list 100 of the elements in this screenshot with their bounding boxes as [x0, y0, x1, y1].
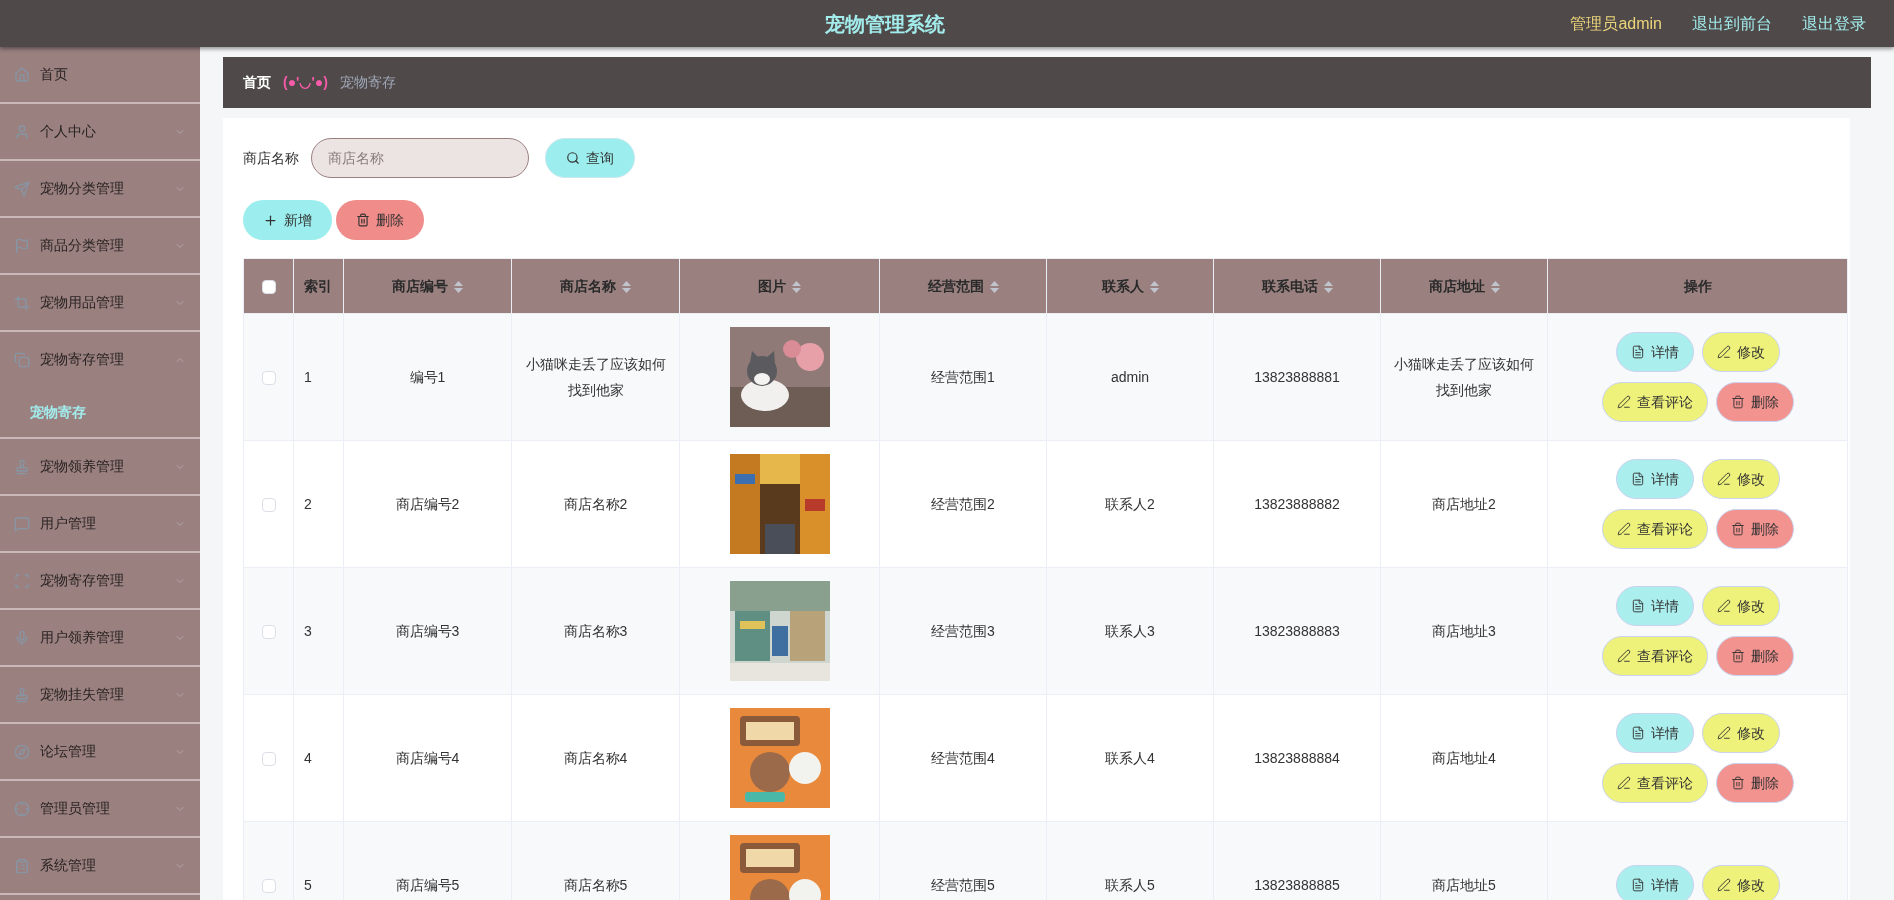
edit-button[interactable]: 修改: [1701, 332, 1780, 372]
search-field[interactable]: 商店名称: [311, 138, 529, 178]
table-cell-text: 商店编号3: [395, 622, 460, 641]
delete-button[interactable]: 删除: [1715, 636, 1794, 676]
table-cell-text: 商店编号2: [395, 495, 460, 514]
table-cell-text: 13823888883: [1254, 622, 1340, 641]
search-button[interactable]: 查询: [545, 138, 635, 178]
table-cell-text: 5: [304, 876, 312, 895]
menu-item[interactable]: 宠物寄存管理: [0, 553, 200, 608]
edit-button[interactable]: 修改: [1701, 713, 1780, 753]
comment-button[interactable]: 查看评论: [1601, 636, 1708, 676]
menu-item[interactable]: 宠物寄存管理: [0, 332, 200, 387]
row-checkbox[interactable]: [261, 497, 276, 512]
menu-item[interactable]: 商品分类管理: [0, 218, 200, 273]
menu-item[interactable]: 宠物分类管理: [0, 161, 200, 216]
detail-button[interactable]: 详情: [1615, 713, 1694, 753]
trash-icon: [1730, 395, 1745, 409]
table-cell-text: 商店编号4: [395, 749, 460, 768]
row-checkbox[interactable]: [261, 370, 276, 385]
search-label: 商店名称: [243, 148, 299, 168]
sort-icon[interactable]: [1149, 280, 1159, 293]
table-cell-text: 13823888882: [1254, 495, 1340, 514]
row-checkbox[interactable]: [261, 878, 276, 893]
menu-item[interactable]: 论坛管理: [0, 724, 200, 779]
column-header[interactable]: 经营范围: [879, 258, 1047, 314]
delete-button[interactable]: 删除: [336, 200, 424, 240]
delete-button[interactable]: 删除: [1715, 509, 1794, 549]
pencil-icon: [1616, 522, 1631, 536]
pencil-icon: [1616, 776, 1631, 790]
comment-button[interactable]: 查看评论: [1601, 509, 1708, 549]
breadcrumb-home[interactable]: 首页: [243, 72, 271, 93]
row-checkbox[interactable]: [261, 624, 276, 639]
sort-icon[interactable]: [1323, 280, 1333, 293]
breadcrumb-current: 宠物寄存: [339, 73, 396, 92]
menu-item[interactable]: 系统管理: [0, 838, 200, 893]
column-header[interactable]: 联系电话: [1213, 258, 1381, 314]
menu-item[interactable]: 宠物领养管理: [0, 439, 200, 494]
menu-item[interactable]: 管理员管理: [0, 781, 200, 836]
edit-button[interactable]: 修改: [1701, 865, 1780, 900]
table-cell-text: 经营范围4: [931, 749, 995, 768]
delete-button[interactable]: 删除: [1715, 382, 1794, 422]
paper-plane-icon: [14, 180, 30, 197]
header-link[interactable]: 退出登录: [1802, 11, 1866, 36]
delete-button[interactable]: 删除: [1715, 763, 1794, 803]
column-header[interactable]: 商店编号: [343, 258, 512, 314]
menu-item[interactable]: 宠物用品管理: [0, 275, 200, 330]
sort-icon[interactable]: [792, 280, 801, 293]
table-cell-text: 联系人4: [1105, 749, 1155, 768]
table-cell-text: 1: [304, 368, 312, 387]
header-link[interactable]: 退出到前台: [1692, 11, 1772, 36]
compass-icon: [14, 743, 30, 760]
detail-button[interactable]: 详情: [1615, 586, 1694, 626]
table-cell-text: 13823888884: [1254, 749, 1340, 768]
menu-item[interactable]: 用户管理: [0, 496, 200, 551]
menu-item[interactable]: 首页: [0, 47, 200, 102]
pencil-icon: [1716, 726, 1731, 740]
trash-icon: [1730, 776, 1745, 790]
edit-button[interactable]: 修改: [1701, 459, 1780, 499]
row-checkbox[interactable]: [261, 751, 276, 766]
table-cell-text: 商店名称2: [563, 495, 628, 514]
frame-icon: [14, 572, 30, 589]
sort-icon[interactable]: [622, 280, 631, 293]
menu-item[interactable]: 个人中心: [0, 104, 200, 159]
sort-icon[interactable]: [1490, 280, 1500, 293]
crosshair-icon: [14, 800, 30, 817]
table-cell-text: 经营范围1: [931, 368, 995, 387]
document-icon: [1630, 345, 1645, 359]
document-icon: [1630, 599, 1645, 613]
table-cell-text: 经营范围2: [931, 495, 995, 514]
comment-button[interactable]: 查看评论: [1601, 382, 1708, 422]
table-cell-text: 商店地址5: [1432, 876, 1496, 895]
table-cell-text: 商店名称4: [563, 749, 628, 768]
sort-icon[interactable]: [454, 280, 463, 293]
pencil-icon: [1616, 395, 1631, 409]
table-cell-text: 联系人3: [1105, 622, 1155, 641]
column-header[interactable]: 联系人: [1046, 258, 1214, 314]
column-header[interactable]: 图片: [679, 258, 880, 314]
sort-icon[interactable]: [989, 280, 999, 293]
comment-button[interactable]: 查看评论: [1601, 763, 1708, 803]
document-icon: [1630, 726, 1645, 740]
add-button[interactable]: 新增: [243, 200, 332, 240]
menu-item[interactable]: 用户领养管理: [0, 610, 200, 665]
document-icon: [1630, 472, 1645, 486]
plus-icon: [263, 212, 278, 228]
table-cell-text: 小猫咪走丢了应该如何找到他家: [1393, 355, 1535, 400]
select-all-checkbox[interactable]: [261, 279, 276, 294]
edit-button[interactable]: 修改: [1701, 586, 1780, 626]
app-title: 宠物管理系统: [825, 11, 946, 37]
pencil-icon: [1716, 345, 1731, 359]
column-header[interactable]: 商店名称: [511, 258, 680, 314]
detail-button[interactable]: 详情: [1615, 865, 1694, 900]
home-icon: [14, 66, 30, 83]
detail-button[interactable]: 详情: [1615, 332, 1694, 372]
table-cell-text: 4: [304, 749, 312, 768]
table-cell-text: 联系人5: [1105, 876, 1155, 895]
column-header[interactable]: 商店地址: [1380, 258, 1548, 314]
table-cell-text: 商店名称3: [563, 622, 628, 641]
search-icon: [566, 151, 580, 165]
detail-button[interactable]: 详情: [1615, 459, 1694, 499]
menu-item[interactable]: 宠物挂失管理: [0, 667, 200, 722]
